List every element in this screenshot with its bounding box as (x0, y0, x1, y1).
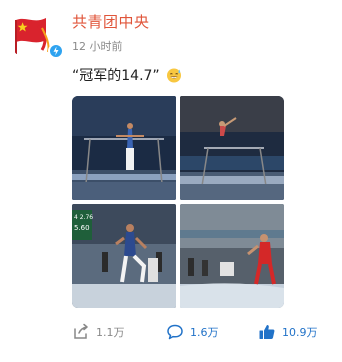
sweat-smile-emoji-icon (167, 68, 182, 83)
post-time: 12 小时前 (72, 40, 123, 53)
author-name[interactable]: 共青团中央 (72, 11, 150, 32)
image-grid: 4 2.76 5.60 (72, 96, 284, 308)
comment-button[interactable]: 1.6万 (166, 320, 219, 344)
gymnastics-photo-1[interactable] (72, 96, 176, 200)
verified-badge-icon (48, 43, 64, 59)
post-text: “冠军的14.7” (72, 65, 182, 85)
share-icon (74, 323, 88, 339)
score-overlay-line2: 5.60 (74, 224, 90, 232)
repost-button[interactable]: 1.1万 (72, 320, 125, 344)
score-overlay-line1: 4 2.76 (74, 214, 93, 221)
comment-count: 1.6万 (190, 326, 219, 339)
post-header: 共青团中央 12 小时前 (8, 6, 334, 62)
thumbs-up-icon (259, 325, 275, 339)
like-count: 10.9万 (282, 326, 318, 339)
gymnastics-photo-2[interactable] (180, 96, 284, 200)
repost-count: 1.1万 (96, 326, 125, 339)
gymnastics-photo-4[interactable] (180, 204, 284, 308)
post-text-content: “冠军的14.7” (72, 68, 160, 84)
comment-icon (167, 324, 183, 340)
action-bar: 1.1万 1.6万 10.9万 (72, 320, 332, 344)
gymnastics-photo-3[interactable]: 4 2.76 5.60 (72, 204, 176, 308)
like-button[interactable]: 10.9万 (258, 320, 318, 344)
